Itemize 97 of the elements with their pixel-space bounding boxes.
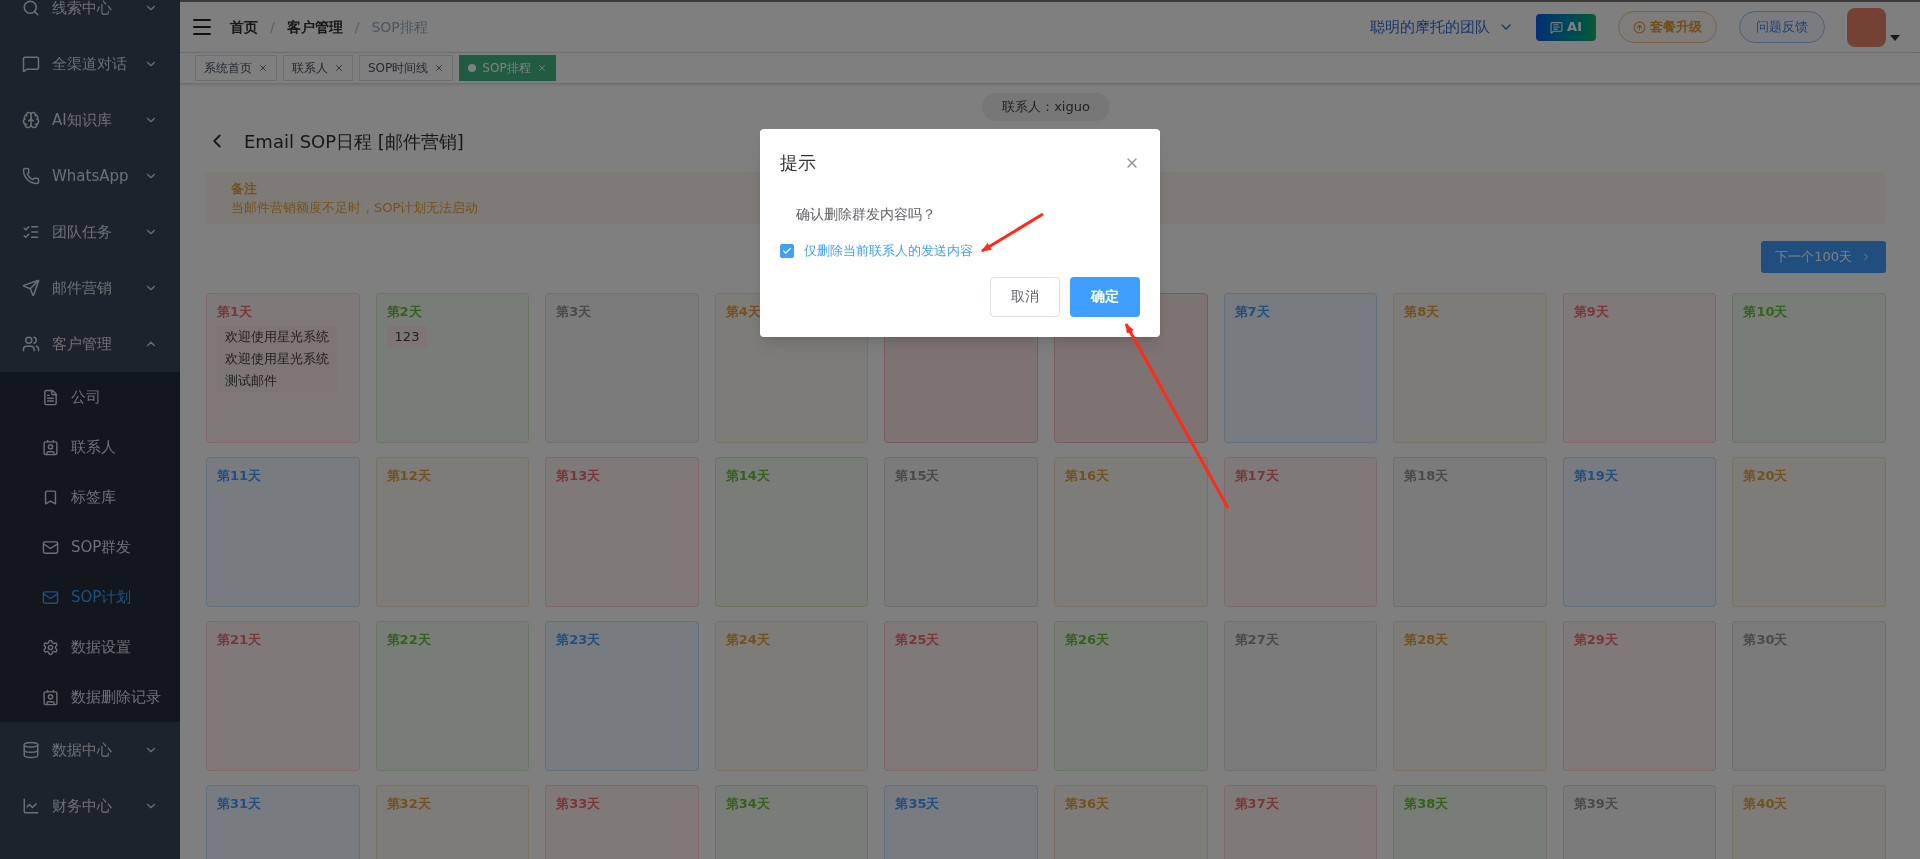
day-label: 第40天 [1743,795,1788,813]
checkbox-label[interactable]: 仅删除当前联系人的发送内容 [804,241,973,261]
caret-icon[interactable] [1890,34,1900,41]
notice-title: 备注 [231,180,257,198]
day-label: 第37天 [1234,795,1279,813]
sidebar-item[interactable]: 团队任务 [0,204,180,260]
breadcrumb-link[interactable]: 首页 [230,16,258,38]
confirm-button[interactable]: 确定 [1070,276,1140,317]
arrow-up-circle-icon [1633,20,1646,34]
dialog-message: 确认删除群发内容吗？ [795,205,937,224]
document-icon [42,388,59,406]
notice-text: 当邮件营销额度不足时，SOP计划无法启动 [231,199,479,217]
sidebar-item[interactable]: AI知识库 [0,92,180,148]
day-label: 第13天 [556,467,601,485]
team-dropdown[interactable]: 聪明的摩托的团队 [1370,15,1515,39]
close-icon[interactable] [258,63,268,73]
day-label: 第12天 [386,467,431,485]
day-label: 第25天 [895,631,940,649]
sidebar-item[interactable]: 邮件营销 [0,260,180,316]
close-icon[interactable] [334,63,344,73]
bookmark-icon [42,488,59,506]
mail-icon [42,588,59,606]
people-icon [22,335,40,353]
page-title: Email SOP日程 [邮件营销] [244,129,464,154]
day-label: 第4天 [725,303,761,321]
submenu-item[interactable]: 公司 [0,372,180,422]
day-label: 第9天 [1573,303,1609,321]
cancel-button[interactable]: 取消 [990,276,1060,317]
day-label: 第8天 [1404,303,1440,321]
page-tab[interactable]: SOP时间线 [359,55,454,81]
close-icon[interactable] [536,63,547,73]
upgrade-button[interactable]: 套餐升级 [1618,11,1717,43]
submenu-item[interactable]: 数据设置 [0,622,180,672]
day-label: 第38天 [1404,795,1449,813]
contact-card-icon [42,438,59,456]
day-label: 第34天 [725,795,770,813]
sidebar-item[interactable]: 客户管理 [0,316,180,372]
submenu-item[interactable]: 标签库 [0,472,180,522]
settings-icon [42,638,59,656]
check-icon [782,245,792,256]
day-label: 第1天 [217,303,253,321]
mail-icon [42,538,59,556]
day-label: 第26天 [1065,631,1110,649]
submenu-item[interactable]: SOP计划 [0,572,180,622]
day-label: 第24天 [725,631,770,649]
checkbox[interactable] [780,243,794,258]
search-icon [22,0,40,17]
contact-pill: 联系人：xiguo [982,93,1110,121]
sidebar-item[interactable]: 财务中心 [0,778,180,834]
day-label: 第2天 [386,303,422,321]
brain-icon [22,111,40,129]
day-label: 第29天 [1573,631,1618,649]
sidebar-item[interactable]: 数据中心 [0,722,180,778]
database-icon [22,741,40,759]
breadcrumb-separator: / [270,17,275,37]
phone-icon [22,167,40,185]
day-label: 第10天 [1743,303,1788,321]
ai-button[interactable]: AI [1536,13,1596,41]
day-label: 第16天 [1065,467,1110,485]
breadcrumb-link[interactable]: 客户管理 [286,16,343,38]
day-label: 第21天 [217,631,262,649]
day-label: 第33天 [556,795,601,813]
feedback-button[interactable]: 问题反馈 [1739,11,1825,43]
contact-card-icon [42,688,59,706]
day-label: 第35天 [895,795,940,813]
sidebar-item[interactable]: WhatsApp [0,148,180,204]
day-label: 第17天 [1234,467,1279,485]
page-tab[interactable]: SOP排程 [459,55,556,81]
page-tab[interactable]: 系统首页 [195,55,277,81]
breadcrumb-separator: / [354,17,360,37]
chat-bubble-icon [22,55,40,73]
day-label: 第14天 [725,467,770,485]
day-label: 第20天 [1743,467,1788,485]
send-icon [22,279,40,297]
submenu-item[interactable]: SOP群发 [0,522,180,572]
dialog-title: 提示 [780,151,816,175]
day-label: 第23天 [556,631,601,649]
day-label: 第22天 [386,631,431,649]
email-entry[interactable]: 123 [386,325,428,348]
day-label: 第11天 [217,467,262,485]
submenu-item[interactable]: 数据删除记录 [0,672,180,722]
day-label: 第36天 [1065,795,1110,813]
day-label: 第32天 [386,795,431,813]
day-label: 第7天 [1234,303,1270,321]
close-icon[interactable] [434,63,445,73]
page-tab[interactable]: 联系人 [283,55,353,81]
annotation-arrow [981,212,1044,253]
checklist-icon [22,223,40,241]
day-label: 第19天 [1573,467,1618,485]
chart-icon [22,797,40,815]
submenu-item[interactable]: 联系人 [0,422,180,472]
chat-bubble-icon [1550,20,1564,34]
day-label: 第31天 [217,795,262,813]
sidebar-item[interactable]: 全渠道对话 [0,36,180,92]
day-label: 第28天 [1404,631,1449,649]
sidebar-item[interactable]: 线索中心 [0,0,180,36]
avatar[interactable] [1847,7,1886,47]
